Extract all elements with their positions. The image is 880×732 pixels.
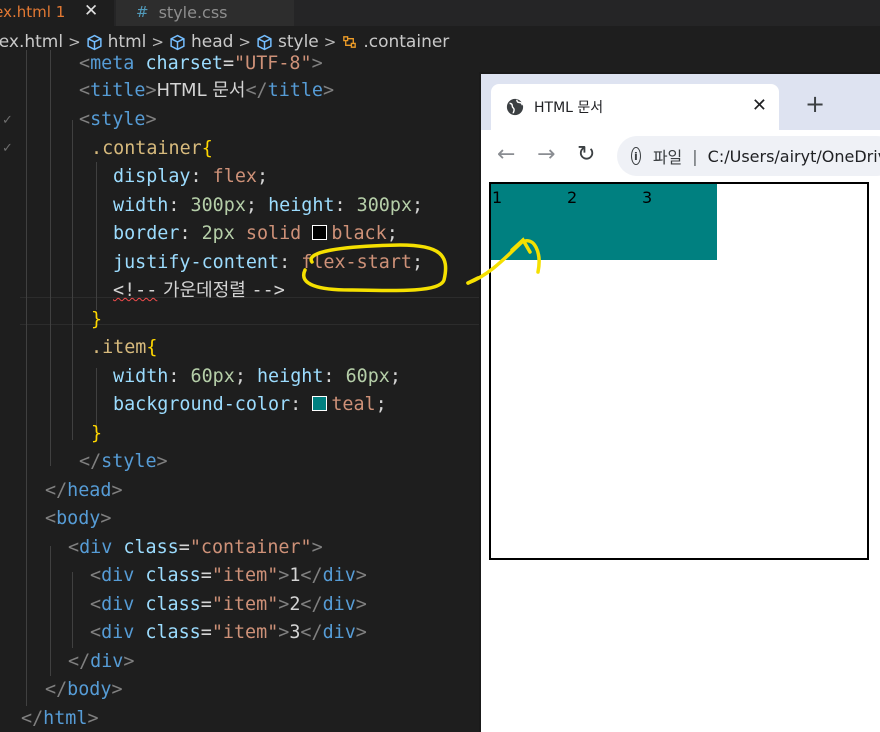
breadcrumb-item-file[interactable]: lex.html — [0, 32, 63, 52]
code-line-container-selector: .container{ — [91, 138, 213, 159]
code-line-display: display: flex; — [113, 166, 269, 187]
indent-guide — [50, 546, 51, 676]
color-swatch-teal[interactable] — [312, 396, 328, 411]
color-swatch-black[interactable] — [312, 225, 328, 240]
code-line-justify-content: justify-content: flex-start; — [113, 252, 424, 273]
code-line-div-close: </div> — [68, 651, 135, 672]
code-line-item-div: <div class="item">3</div> — [90, 622, 367, 643]
indent-guide — [26, 50, 27, 706]
tab-html-label: lex.html 1 — [0, 3, 66, 21]
breadcrumb-item-container[interactable]: .container — [341, 32, 449, 52]
browser-tab-strip: HTML 문서 ✕ + — [481, 74, 880, 130]
browser-tab[interactable]: HTML 문서 ✕ — [491, 84, 779, 130]
editor-tab-strip: lex.html 1 ✕ # style.css — [0, 0, 880, 26]
flex-item: 3 — [641, 184, 717, 260]
back-button[interactable]: ← — [497, 142, 515, 167]
code-line-comment: <!-- 가운데정렬 --> — [113, 280, 285, 301]
close-icon[interactable]: ✕ — [752, 95, 767, 116]
tab-html-file[interactable]: lex.html 1 ✕ — [0, 0, 114, 26]
code-line-body-open: <body> — [45, 508, 112, 529]
code-line-background: background-color: teal; — [113, 394, 387, 415]
flex-item: 2 — [566, 184, 642, 260]
chevron-right-icon: > — [68, 33, 81, 51]
code-line-style-close: </style> — [79, 451, 168, 472]
close-icon[interactable]: ✕ — [84, 1, 98, 21]
browser-toolbar: ← → ↻ i 파일 | C:/Users/airyt/OneDrive — [481, 130, 880, 182]
code-line-container-div: <div class="container"> — [68, 537, 323, 558]
breadcrumb-label: .container — [363, 32, 450, 52]
fold-chevron-icon[interactable]: ✓ — [2, 113, 13, 128]
code-line-html-close: </html> — [21, 708, 99, 729]
forward-button[interactable]: → — [537, 142, 555, 167]
tab-style-label: style.css — [158, 2, 228, 22]
breadcrumb-item-html[interactable]: html — [86, 32, 147, 52]
breadcrumb-label: head — [190, 32, 234, 52]
code-line-item-div: <div class="item">1</div> — [90, 565, 367, 586]
breadcrumb-item-style[interactable]: style — [256, 32, 319, 52]
breadcrumb-label: style — [278, 32, 319, 52]
code-line-item-selector: .item{ — [91, 337, 158, 358]
cube-icon — [87, 34, 102, 50]
indent-guide — [96, 162, 97, 310]
selector-icon — [343, 35, 357, 48]
indent-guide — [50, 50, 51, 466]
code-line-close-brace: } — [91, 309, 103, 330]
flex-item: 1 — [491, 184, 567, 260]
code-line-meta: <meta charset="UTF-8"> — [79, 53, 323, 74]
chevron-right-icon: > — [323, 33, 337, 51]
fold-chevron-icon[interactable]: ✓ — [2, 141, 13, 156]
code-line-size: width: 300px; height: 300px; — [113, 195, 424, 216]
page-viewport: 1 2 3 — [481, 182, 880, 732]
code-line-body-close: </body> — [45, 679, 123, 700]
code-line-head-close: </head> — [45, 480, 123, 501]
code-editor[interactable]: ✓ ✓ <meta charset="UTF-8"> <title>HTML 문… — [0, 50, 480, 732]
breadcrumb-item-head[interactable]: head — [169, 32, 233, 52]
indent-guide — [72, 120, 73, 440]
code-line-style-open: <style> — [79, 109, 157, 130]
address-bar[interactable]: i 파일 | C:/Users/airyt/OneDrive — [617, 136, 880, 176]
address-url: C:/Users/airyt/OneDrive — [707, 146, 880, 166]
css-file-icon: # — [136, 3, 149, 21]
cube-icon — [257, 34, 272, 50]
browser-tab-title: HTML 문서 — [534, 100, 604, 116]
code-line-title: <title>HTML 문서</title> — [79, 80, 335, 101]
chevron-right-icon: > — [238, 33, 251, 51]
cube-icon — [170, 34, 185, 50]
info-icon[interactable]: i — [631, 147, 641, 165]
new-tab-button[interactable]: + — [805, 90, 825, 118]
reload-button[interactable]: ↻ — [577, 142, 595, 167]
code-line-border: border: 2px solid black; — [113, 223, 398, 244]
browser-window: HTML 문서 ✕ + ← → ↻ i 파일 | C:/Users/airyt/… — [479, 72, 880, 732]
breadcrumb-label: lex.html — [0, 32, 64, 52]
code-line-close-brace: } — [91, 423, 103, 444]
code-line-item-div: <div class="item">2</div> — [90, 594, 367, 615]
breadcrumb-label: html — [107, 32, 147, 52]
indent-guide — [72, 572, 73, 648]
address-separator: | — [692, 146, 698, 166]
chevron-right-icon: > — [151, 33, 164, 51]
address-scheme: 파일 — [652, 148, 683, 167]
tab-style-css[interactable]: # style.css — [116, 0, 294, 26]
code-line-item-size: width: 60px; height: 60px; — [113, 366, 401, 387]
flex-container: 1 2 3 — [489, 182, 869, 560]
globe-icon — [506, 98, 524, 116]
